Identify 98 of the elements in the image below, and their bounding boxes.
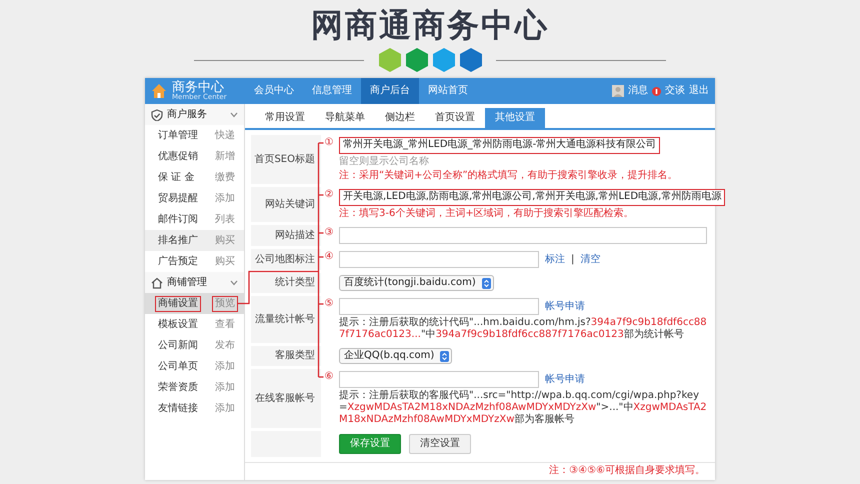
sidebar-item[interactable]: 公司新闻 发布 [145, 335, 244, 356]
notification-dot-icon [652, 86, 661, 96]
sidebar-item[interactable]: 排名推广 购买 [145, 230, 244, 252]
sidebar-item-label: 商铺设置 [155, 296, 201, 312]
tab[interactable]: 侧边栏 [375, 108, 425, 128]
sidebar-item[interactable]: 保 证 金 缴费 [145, 167, 244, 188]
page-title: 网商通商务中心 [311, 6, 549, 44]
sidebar-action-link[interactable]: 添加 [212, 380, 238, 396]
sidebar-item-label: 订单管理 [157, 128, 199, 143]
sidebar-action-link[interactable]: 购买 [212, 232, 238, 249]
sidebar-item-label: 优惠促销 [157, 150, 199, 164]
sidebar-item[interactable]: 荣誉资质 添加 [145, 377, 244, 398]
tab[interactable]: 导航菜单 [315, 108, 375, 128]
input-field[interactable] [339, 298, 539, 316]
sidebar-item-label: 公司新闻 [157, 338, 199, 353]
text-link[interactable]: 帐号申请 [545, 300, 585, 313]
shield-icon [151, 108, 163, 121]
form-label: 在线客服帐号 [251, 369, 321, 428]
chat-link[interactable]: 交谈 [665, 85, 685, 98]
sidebar-item-label: 贸易提醒 [157, 192, 199, 206]
footnote: 注：③④⑤⑥可根据自身要求填写。 [245, 462, 715, 480]
sidebar-action-link[interactable]: 快递 [212, 128, 238, 144]
input-field[interactable] [339, 227, 707, 244]
hint-text: 提示：注册后获取的客服代码"...src="http://wpa.b.qq.com/cgi/wpa.php?key=XzgwMDAsTA2M18xNDAzMzhf08AwMDYxMDYzXw">..."中XzgwMDAsTA2M18xNDAzMzhf08AwMDYxMDYzXw部为客服帐号 [339, 390, 707, 426]
save-button[interactable]: 保存设置 [339, 434, 401, 454]
nav-tab[interactable]: 网站首页 [419, 78, 477, 104]
sidebar-action-link[interactable]: 发布 [212, 338, 238, 354]
form-label: 网站描述 [251, 225, 321, 246]
sidebar-action-link[interactable]: 添加 [212, 400, 238, 417]
step-marker: ① [324, 138, 334, 148]
sidebar-item[interactable]: 公司单页 添加 [145, 356, 244, 378]
step-marker: ② [324, 190, 334, 200]
sidebar-item-label: 公司单页 [157, 360, 199, 374]
dropdown[interactable]: 企业QQ(b.qq.com) [339, 348, 452, 364]
sidebar-item[interactable]: 邮件订阅 列表 [145, 209, 244, 230]
nav-tab[interactable]: 商户后台 [361, 78, 419, 104]
instruction-note: 注：填写3-6个关键词，主词+区域词，有助于搜索引擎匹配检索。 [339, 208, 635, 220]
input-field[interactable] [339, 251, 539, 268]
sidebar-item-label: 保 证 金 [157, 170, 196, 185]
form-label: 首页SEO标题 [251, 135, 321, 184]
sidebar-item[interactable]: 订单管理 快递 [145, 125, 244, 146]
tab[interactable]: 其他设置 [485, 108, 545, 128]
sidebar-item[interactable]: 优惠促销 新增 [145, 146, 244, 168]
input-field[interactable]: 常州开关电源_常州LED电源_常州防雨电源-常州大通电源科技有限公司 [339, 137, 660, 154]
hint-text: 提示：注册后获取的统计代码"...hm.baidu.com/hm.js?394a7f9c9b18fdf6cc887f7176ac0123..."中394a7f9c9b18fdf6cc887f7176ac0123部为统计帐号 [339, 317, 707, 342]
text-link[interactable]: 帐号申请 [545, 374, 585, 386]
clear-button[interactable]: 清空设置 [409, 434, 471, 454]
form-label: 网站关键词 [251, 187, 321, 222]
sidebar-action-link[interactable]: 缴费 [212, 170, 238, 186]
step-marker: ③ [324, 228, 334, 238]
chevron-down-icon [230, 112, 238, 118]
form-label: 客服类型 [251, 346, 321, 366]
nav-tab[interactable]: 会员中心 [245, 78, 303, 104]
form-label: 公司地图标注 [251, 249, 321, 270]
form-label: 统计类型 [251, 273, 321, 294]
dropdown-arrow-icon [440, 350, 450, 362]
sidebar-item[interactable]: 友情链接 添加 [145, 398, 244, 420]
house-icon [151, 83, 167, 100]
sidebar-action-link[interactable]: 新增 [212, 148, 238, 165]
sidebar-item-label: 模板设置 [157, 318, 199, 332]
sidebar-item-label: 广告预定 [157, 254, 199, 269]
sidebar-action-link[interactable]: 添加 [212, 358, 238, 375]
sidebar-section-header[interactable]: 商铺管理 [145, 272, 244, 294]
message-link[interactable]: 消息 [628, 85, 648, 98]
chevron-down-icon [230, 280, 238, 286]
sidebar-action-link[interactable]: 购买 [212, 254, 238, 270]
sidebar-item-label: 荣誉资质 [157, 380, 199, 395]
text-link[interactable]: 标注 [545, 254, 565, 266]
dropdown-arrow-icon [482, 278, 491, 289]
sidebar-action-link[interactable]: 添加 [212, 190, 238, 207]
sidebar-item[interactable]: 广告预定 购买 [145, 251, 244, 272]
tab[interactable]: 常用设置 [255, 108, 315, 128]
sidebar-action-link[interactable]: 查看 [212, 316, 238, 333]
form-label: 流量统计帐号 [251, 296, 321, 344]
step-marker: ④ [324, 252, 334, 262]
text-link[interactable]: 清空 [580, 254, 600, 266]
sidebar-item[interactable]: 商铺设置 预览 [145, 293, 244, 314]
sidebar-item[interactable]: 模板设置 查看 [145, 314, 244, 336]
nav-tab[interactable]: 信息管理 [303, 78, 361, 104]
house-icon [151, 276, 163, 289]
dropdown[interactable]: 百度统计(tongji.baidu.com) [339, 275, 494, 292]
sidebar-section-header[interactable]: 商户服务 [145, 104, 244, 126]
step-marker: ⑥ [324, 372, 334, 382]
sidebar-item-label: 友情链接 [157, 402, 199, 416]
sidebar-item-label: 邮件订阅 [157, 212, 199, 227]
tab[interactable]: 首页设置 [425, 108, 485, 128]
sidebar-item-label: 排名推广 [157, 234, 199, 248]
sidebar-item[interactable]: 贸易提醒 添加 [145, 188, 244, 210]
avatar-icon [612, 85, 624, 98]
input-field[interactable] [339, 371, 539, 388]
sidebar-action-link[interactable]: 列表 [212, 212, 238, 228]
instruction-note: 注：采用“关键词+公司全称”的格式填写，有助于搜索引擎收录，提升排名。 [339, 170, 679, 182]
input-field[interactable]: 开关电源,LED电源,防雨电源,常州电源公司,常州开关电源,常州LED电源,常州防雨电源 [339, 189, 726, 206]
logout-link[interactable]: 退出 [689, 85, 709, 98]
link-separator: | [571, 254, 574, 266]
logo-title: 商务中心 [172, 81, 224, 94]
field-hint: 留空则显示公司名称 [339, 156, 429, 168]
step-marker: ⑤ [324, 299, 334, 310]
